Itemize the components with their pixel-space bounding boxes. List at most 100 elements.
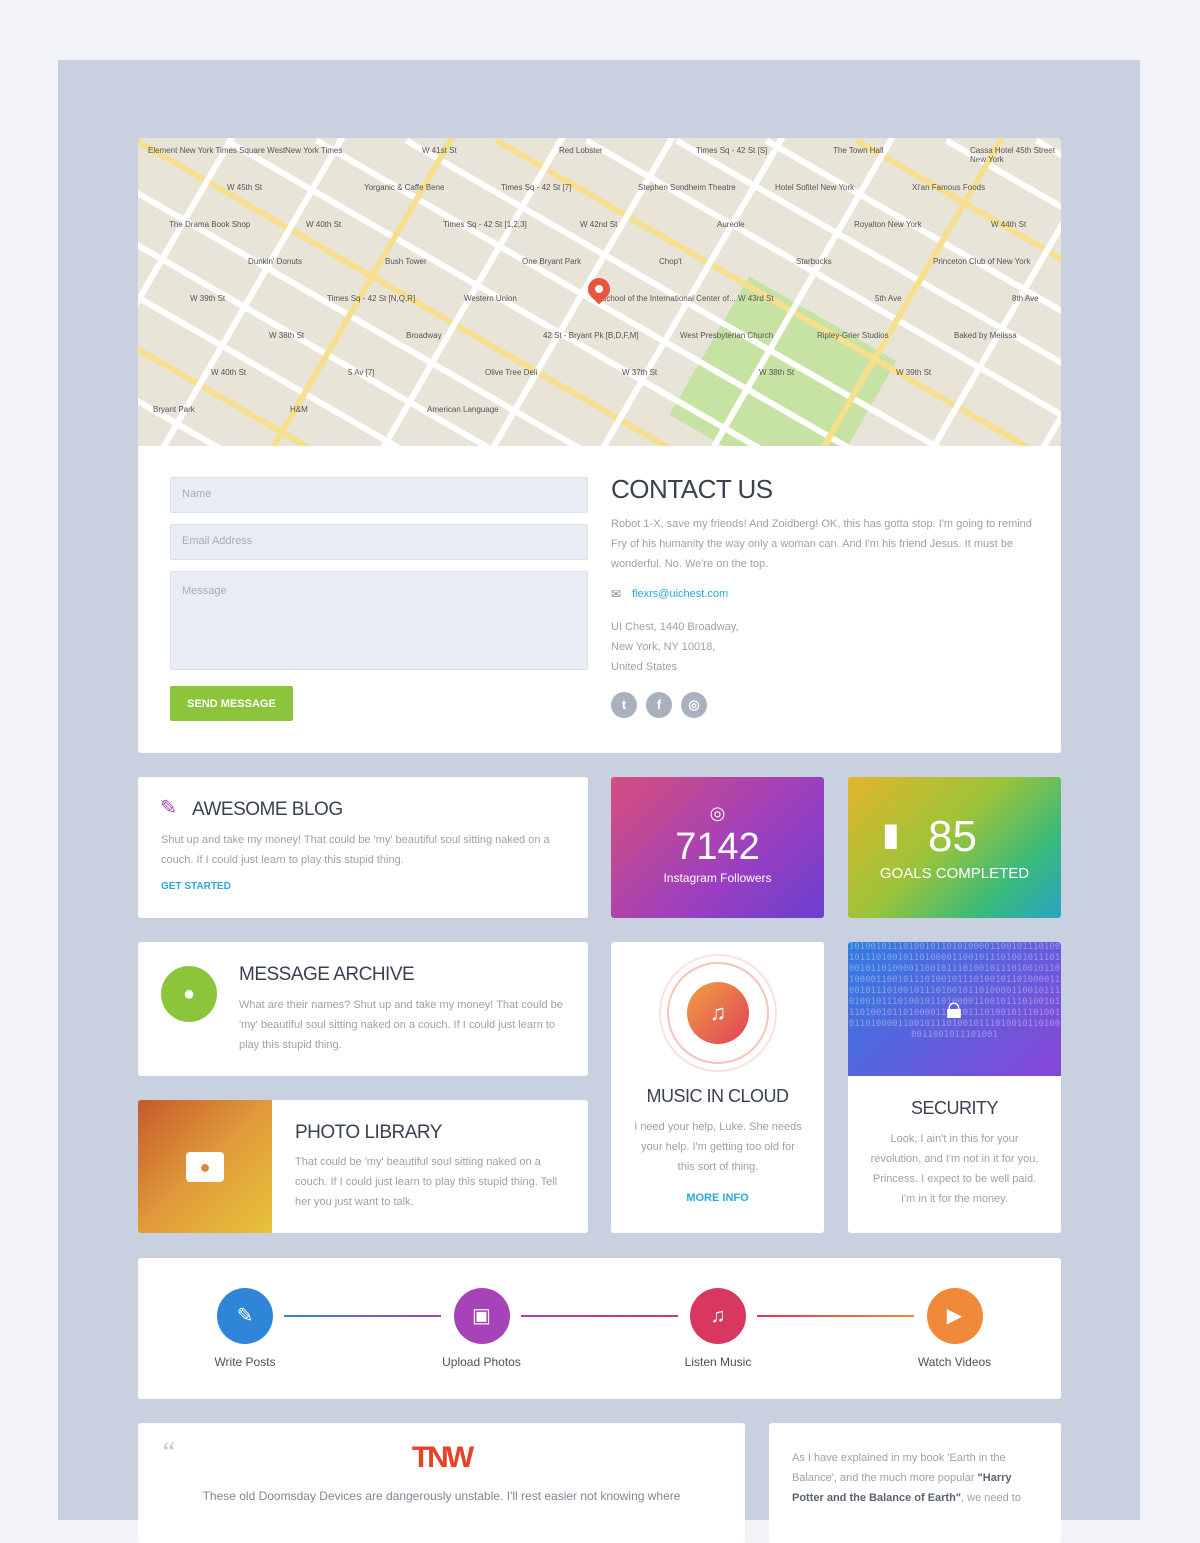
map-label: American Language [427,405,499,414]
address-line: UI Chest, 1440 Broadway, [611,621,739,633]
map-label: Chop't [659,257,682,266]
photo-library-card: ● PHOTO LIBRARY That could be 'my' beaut… [138,1100,588,1233]
map-label: Times Sq - 42 St [N,Q,R] [327,294,416,303]
send-message-button[interactable]: SEND MESSAGE [170,686,293,721]
map-label: W 38th St [269,331,305,340]
map-label: Dunkin' Donuts [248,257,302,266]
timeline-step-label: Listen Music [684,1355,752,1369]
address-line: United States [611,661,678,673]
get-started-link[interactable]: GET STARTED [161,881,231,892]
photo-title: PHOTO LIBRARY [295,1122,442,1143]
blog-card: ✎ AWESOME BLOG Shut up and take my money… [138,777,588,918]
blog-body: Shut up and take my money! That could be… [161,834,550,866]
archive-body: What are their names? Shut up and take m… [239,999,563,1051]
map-label: Times Sq - 42 St [1,2,3] [443,220,527,229]
map-label: New York Times [285,146,343,155]
instagram-tile[interactable]: ◎ 7142 Instagram Followers [611,777,824,918]
message-textarea[interactable]: Message [170,571,588,670]
music-icon[interactable]: ♫ [690,1288,746,1344]
chat-icon: ● [161,966,217,1022]
map-label: Element New York Times Square West [148,146,286,155]
map-label: Yorganic & Caffe Bene [364,183,445,192]
map-label: Hotel Sofitel New York [775,183,855,192]
map-label: Times Sq - 42 St [S] [696,146,768,155]
map-label: Aureole [717,220,745,229]
archive-title: MESSAGE ARCHIVE [239,964,415,985]
map-label: W 41st St [422,146,457,155]
edit-icon[interactable]: ✎ [217,1288,273,1344]
page-panel: Element New York Times Square West New Yo… [58,60,1140,1543]
map-label: Times Sq - 42 St [7] [501,183,572,192]
map-label: One Bryant Park [522,257,582,266]
timeline-connector [521,1315,678,1317]
map-label: 8th Ave [1012,294,1039,303]
goals-label: GOALS COMPLETED [879,865,1030,882]
side-quote-card: As I have explained in my book 'Earth in… [769,1423,1061,1543]
instagram-icon: ◎ [709,803,726,823]
security-body: Look, I ain't in this for your revolutio… [870,1133,1039,1205]
side-quote-body: As I have explained in my book 'Earth in… [792,1448,1042,1508]
map-label: W 40th St [306,220,342,229]
music-body: I need your help, Luke. She needs your h… [634,1121,802,1173]
map-label: Royalton New York [854,220,922,229]
more-info-link[interactable]: MORE INFO [611,1192,824,1204]
photo-library-image: ● [138,1100,272,1233]
map-label: W 42nd St [580,220,618,229]
map-label: School of the International Center of... [601,294,736,303]
map-label: Xi'an Famous Foods [912,183,986,192]
map-label: Ripley-Grier Studios [817,331,889,340]
map-label: 5th Ave [875,294,902,303]
tnw-logo: TNW [411,1441,474,1474]
music-icon: ♫ [687,982,749,1044]
security-title: SECURITY [910,1098,999,1118]
map-label: W 39th St [190,294,226,303]
map-label: Bryant Park [153,405,195,414]
blog-title: AWESOME BLOG [192,799,343,820]
testimonial-card: “ TNW These old Doomsday Devices are dan… [138,1423,745,1543]
map-label: W 43rd St [738,294,774,303]
map-label: Broadway [406,331,442,340]
email-input[interactable]: Email Address [170,524,588,560]
map-label: Baked by Melissa [954,331,1017,340]
map-label: Olive Tree Deli [485,368,538,377]
map-label: Bush Tower [385,257,427,266]
instagram-count: 7142 [675,826,760,868]
video-icon[interactable]: ▶ [926,1288,983,1344]
side-quote-text: , we need to [961,1492,1021,1504]
map-label: W 45th St [227,183,263,192]
side-quote-text: As I have explained in my book 'Earth in… [792,1452,1006,1484]
map-label: W 44th St [991,220,1027,229]
map[interactable]: Element New York Times Square West New Yo… [138,138,1061,446]
mail-icon: ✉ [611,587,622,601]
lock-icon: 🔒︎ [946,992,962,1025]
security-card: 1010010111010010110101000011001011101001… [848,942,1061,1233]
map-label: 5 Av [7] [348,368,375,377]
map-label: The Town Hall [833,146,884,155]
map-label: West Presbyterian Church [680,331,774,340]
timeline-step-label: Write Posts [214,1355,276,1369]
photo-body: That could be 'my' beautiful soul sittin… [295,1156,558,1208]
image-icon[interactable]: ▣ [453,1288,510,1344]
name-input[interactable]: Name [170,477,588,513]
contact-email-link[interactable]: flexrs@uichest.com [632,588,728,600]
map-label: Red Lobster [559,146,603,155]
twitter-icon[interactable]: t [611,692,637,718]
facebook-icon[interactable]: f [646,692,672,718]
map-label: Starbucks [796,257,832,266]
camera-icon: ● [186,1152,224,1182]
instagram-icon[interactable]: ◎ [681,692,707,718]
map-label: Western Union [464,294,517,303]
goals-count: 85 [928,812,977,861]
message-archive-card: ● MESSAGE ARCHIVE What are their names? … [138,942,588,1076]
map-label: The Drama Book Shop [169,220,251,229]
book-icon: ▮ [882,816,900,852]
instagram-label: Instagram Followers [663,871,772,885]
map-label: Princeton Club of New York [933,257,1031,266]
goals-tile: ▮ 85 GOALS COMPLETED [848,777,1061,918]
music-card: ♫ MUSIC IN CLOUD I need your help, Luke.… [611,942,824,1233]
map-label: 42 St - Bryant Pk [B,D,F,M] [543,331,639,340]
testimonial-body: These old Doomsday Devices are dangerous… [202,1489,681,1503]
map-label: W 39th St [896,368,932,377]
map-label: W 38th St [759,368,795,377]
timeline-connector [284,1315,441,1317]
